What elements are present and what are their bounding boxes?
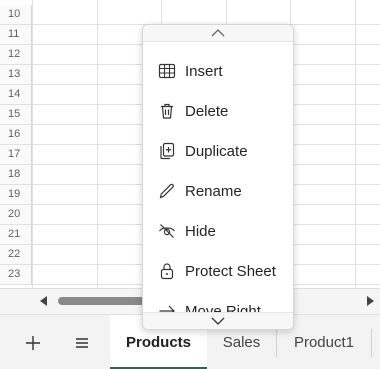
row-number[interactable]: 12 bbox=[0, 45, 32, 64]
row-number[interactable]: 15 bbox=[0, 105, 32, 124]
menu-item-protect-sheet[interactable]: Protect Sheet bbox=[143, 251, 293, 291]
add-sheet-button[interactable] bbox=[19, 329, 47, 357]
menu-item-label: Protect Sheet bbox=[185, 262, 276, 280]
scroll-right-arrow-icon[interactable] bbox=[367, 296, 374, 306]
row-number[interactable]: 21 bbox=[0, 225, 32, 244]
chevron-up-icon bbox=[211, 29, 225, 37]
row-number[interactable]: 22 bbox=[0, 245, 32, 264]
row-number[interactable]: 18 bbox=[0, 165, 32, 184]
tab-separator bbox=[371, 329, 372, 357]
row-number[interactable]: 10 bbox=[0, 5, 32, 24]
sheet-tab-label: Sales bbox=[222, 334, 261, 351]
row-number[interactable]: 20 bbox=[0, 205, 32, 224]
menu-item-hide[interactable]: Hide bbox=[143, 211, 293, 251]
scroll-left-arrow-icon[interactable] bbox=[40, 296, 47, 306]
duplicate-icon bbox=[157, 141, 177, 161]
lock-icon bbox=[157, 261, 177, 281]
sheet-tab-label: Product1 bbox=[293, 334, 355, 351]
grid-row[interactable]: 10 bbox=[0, 5, 380, 25]
menu-item-label: Hide bbox=[185, 222, 216, 240]
pencil-icon bbox=[157, 181, 177, 201]
menu-item-insert[interactable]: Insert bbox=[143, 51, 293, 91]
row-number[interactable]: 13 bbox=[0, 65, 32, 84]
menu-item-rename[interactable]: Rename bbox=[143, 171, 293, 211]
menu-item-duplicate[interactable]: Duplicate bbox=[143, 131, 293, 171]
sheet-tab-label: Products bbox=[125, 334, 191, 351]
menu-scroll-down-button[interactable] bbox=[143, 312, 293, 329]
row-number[interactable]: 14 bbox=[0, 85, 32, 104]
chevron-down-icon bbox=[211, 317, 225, 325]
hamburger-icon bbox=[76, 338, 88, 348]
menu-item-delete[interactable]: Delete bbox=[143, 91, 293, 131]
all-sheets-menu-button[interactable] bbox=[68, 329, 96, 357]
trash-icon bbox=[157, 101, 177, 121]
row-number[interactable]: 16 bbox=[0, 125, 32, 144]
menu-item-label: Rename bbox=[185, 182, 242, 200]
sheet-context-menu: Insert Delete Duplicate Rename Hide Prot… bbox=[142, 24, 294, 330]
row-number[interactable]: 11 bbox=[0, 25, 32, 44]
menu-item-label: Insert bbox=[185, 62, 223, 80]
menu-scroll-up-button[interactable] bbox=[143, 25, 293, 42]
plus-icon bbox=[26, 335, 40, 350]
row-number[interactable]: 17 bbox=[0, 145, 32, 164]
spreadsheet-app: 10 11 12 13 14 15 16 17 18 19 20 21 22 2… bbox=[0, 0, 380, 369]
row-number[interactable]: 19 bbox=[0, 185, 32, 204]
row-number[interactable]: 23 bbox=[0, 265, 32, 284]
table-icon bbox=[157, 61, 177, 81]
menu-item-list: Insert Delete Duplicate Rename Hide Prot… bbox=[143, 51, 293, 329]
eye-off-icon bbox=[157, 221, 177, 241]
menu-item-label: Delete bbox=[185, 102, 229, 120]
menu-item-label: Duplicate bbox=[185, 142, 248, 160]
